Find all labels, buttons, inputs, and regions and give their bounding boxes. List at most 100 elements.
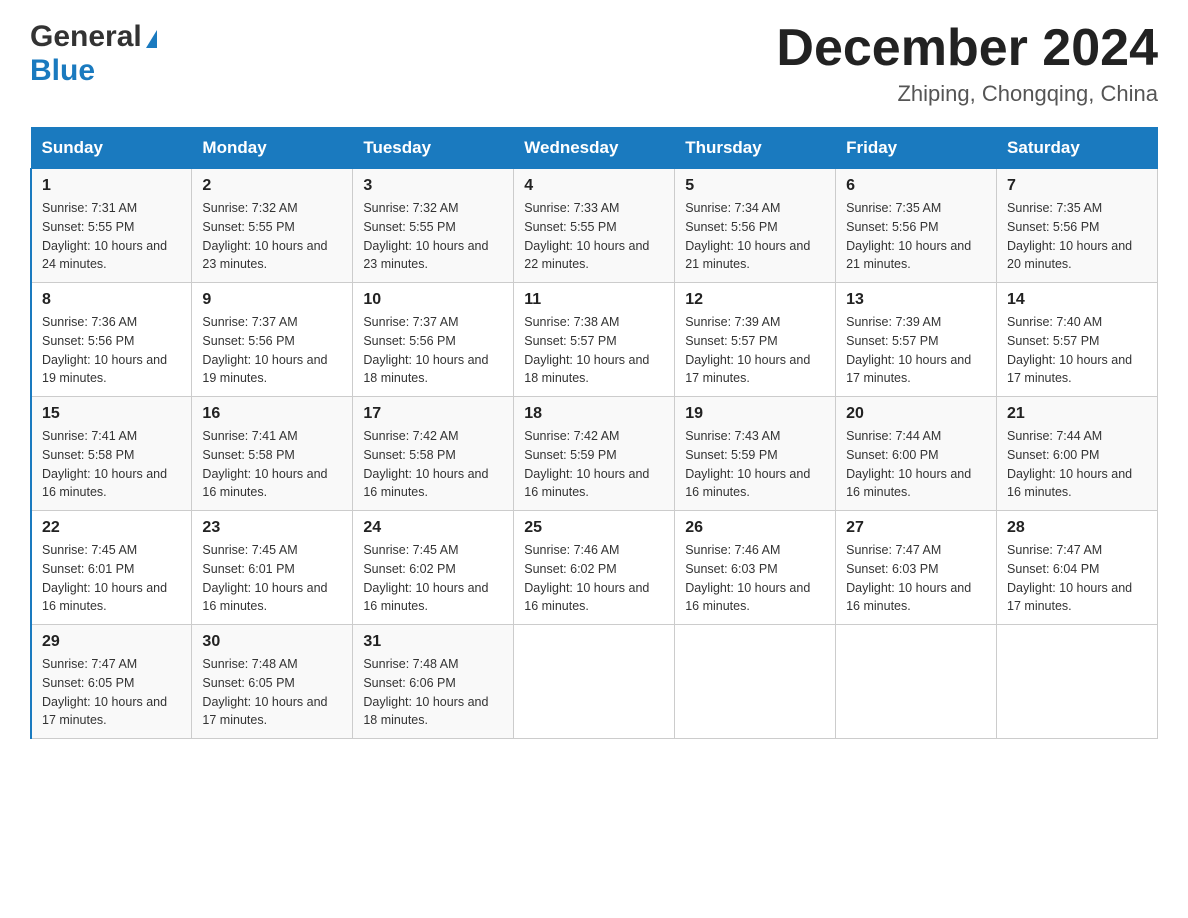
col-saturday: Saturday xyxy=(997,128,1158,169)
table-row: 15 Sunrise: 7:41 AMSunset: 5:58 PMDaylig… xyxy=(31,397,192,511)
day-number: 18 xyxy=(524,405,664,423)
day-number: 1 xyxy=(42,177,181,195)
table-row: 26 Sunrise: 7:46 AMSunset: 6:03 PMDaylig… xyxy=(675,511,836,625)
day-number: 15 xyxy=(42,405,181,423)
table-row xyxy=(836,625,997,739)
day-number: 8 xyxy=(42,291,181,309)
table-row: 6 Sunrise: 7:35 AMSunset: 5:56 PMDayligh… xyxy=(836,169,997,283)
calendar-header-row: Sunday Monday Tuesday Wednesday Thursday… xyxy=(31,128,1158,169)
day-number: 7 xyxy=(1007,177,1147,195)
day-number: 20 xyxy=(846,405,986,423)
day-info: Sunrise: 7:47 AMSunset: 6:04 PMDaylight:… xyxy=(1007,543,1132,613)
day-info: Sunrise: 7:42 AMSunset: 5:59 PMDaylight:… xyxy=(524,429,649,499)
table-row: 19 Sunrise: 7:43 AMSunset: 5:59 PMDaylig… xyxy=(675,397,836,511)
day-info: Sunrise: 7:41 AMSunset: 5:58 PMDaylight:… xyxy=(42,429,167,499)
table-row: 20 Sunrise: 7:44 AMSunset: 6:00 PMDaylig… xyxy=(836,397,997,511)
table-row xyxy=(514,625,675,739)
table-row: 18 Sunrise: 7:42 AMSunset: 5:59 PMDaylig… xyxy=(514,397,675,511)
table-row: 25 Sunrise: 7:46 AMSunset: 6:02 PMDaylig… xyxy=(514,511,675,625)
day-info: Sunrise: 7:35 AMSunset: 5:56 PMDaylight:… xyxy=(846,201,971,271)
table-row xyxy=(675,625,836,739)
week-row-4: 22 Sunrise: 7:45 AMSunset: 6:01 PMDaylig… xyxy=(31,511,1158,625)
day-number: 28 xyxy=(1007,519,1147,537)
table-row: 9 Sunrise: 7:37 AMSunset: 5:56 PMDayligh… xyxy=(192,283,353,397)
day-number: 29 xyxy=(42,633,181,651)
day-number: 11 xyxy=(524,291,664,309)
day-number: 16 xyxy=(202,405,342,423)
day-number: 2 xyxy=(202,177,342,195)
day-info: Sunrise: 7:32 AMSunset: 5:55 PMDaylight:… xyxy=(202,201,327,271)
table-row: 3 Sunrise: 7:32 AMSunset: 5:55 PMDayligh… xyxy=(353,169,514,283)
table-row: 10 Sunrise: 7:37 AMSunset: 5:56 PMDaylig… xyxy=(353,283,514,397)
day-info: Sunrise: 7:46 AMSunset: 6:02 PMDaylight:… xyxy=(524,543,649,613)
title-block: December 2024 Zhiping, Chongqing, China xyxy=(776,20,1158,107)
day-number: 10 xyxy=(363,291,503,309)
day-info: Sunrise: 7:45 AMSunset: 6:02 PMDaylight:… xyxy=(363,543,488,613)
day-number: 21 xyxy=(1007,405,1147,423)
day-info: Sunrise: 7:33 AMSunset: 5:55 PMDaylight:… xyxy=(524,201,649,271)
col-wednesday: Wednesday xyxy=(514,128,675,169)
day-number: 26 xyxy=(685,519,825,537)
day-info: Sunrise: 7:48 AMSunset: 6:05 PMDaylight:… xyxy=(202,657,327,727)
day-info: Sunrise: 7:45 AMSunset: 6:01 PMDaylight:… xyxy=(202,543,327,613)
day-info: Sunrise: 7:35 AMSunset: 5:56 PMDaylight:… xyxy=(1007,201,1132,271)
table-row: 8 Sunrise: 7:36 AMSunset: 5:56 PMDayligh… xyxy=(31,283,192,397)
day-info: Sunrise: 7:32 AMSunset: 5:55 PMDaylight:… xyxy=(363,201,488,271)
day-info: Sunrise: 7:44 AMSunset: 6:00 PMDaylight:… xyxy=(1007,429,1132,499)
table-row: 16 Sunrise: 7:41 AMSunset: 5:58 PMDaylig… xyxy=(192,397,353,511)
table-row: 29 Sunrise: 7:47 AMSunset: 6:05 PMDaylig… xyxy=(31,625,192,739)
day-number: 22 xyxy=(42,519,181,537)
table-row: 31 Sunrise: 7:48 AMSunset: 6:06 PMDaylig… xyxy=(353,625,514,739)
col-tuesday: Tuesday xyxy=(353,128,514,169)
day-info: Sunrise: 7:39 AMSunset: 5:57 PMDaylight:… xyxy=(685,315,810,385)
day-info: Sunrise: 7:34 AMSunset: 5:56 PMDaylight:… xyxy=(685,201,810,271)
week-row-5: 29 Sunrise: 7:47 AMSunset: 6:05 PMDaylig… xyxy=(31,625,1158,739)
table-row: 27 Sunrise: 7:47 AMSunset: 6:03 PMDaylig… xyxy=(836,511,997,625)
day-info: Sunrise: 7:47 AMSunset: 6:03 PMDaylight:… xyxy=(846,543,971,613)
day-info: Sunrise: 7:31 AMSunset: 5:55 PMDaylight:… xyxy=(42,201,167,271)
day-number: 9 xyxy=(202,291,342,309)
day-number: 19 xyxy=(685,405,825,423)
day-number: 30 xyxy=(202,633,342,651)
table-row: 11 Sunrise: 7:38 AMSunset: 5:57 PMDaylig… xyxy=(514,283,675,397)
calendar-title: December 2024 xyxy=(776,20,1158,77)
table-row: 24 Sunrise: 7:45 AMSunset: 6:02 PMDaylig… xyxy=(353,511,514,625)
day-number: 25 xyxy=(524,519,664,537)
calendar-table: Sunday Monday Tuesday Wednesday Thursday… xyxy=(30,127,1158,739)
day-number: 27 xyxy=(846,519,986,537)
day-info: Sunrise: 7:43 AMSunset: 5:59 PMDaylight:… xyxy=(685,429,810,499)
col-thursday: Thursday xyxy=(675,128,836,169)
table-row: 14 Sunrise: 7:40 AMSunset: 5:57 PMDaylig… xyxy=(997,283,1158,397)
day-number: 31 xyxy=(363,633,503,651)
table-row: 22 Sunrise: 7:45 AMSunset: 6:01 PMDaylig… xyxy=(31,511,192,625)
table-row: 30 Sunrise: 7:48 AMSunset: 6:05 PMDaylig… xyxy=(192,625,353,739)
day-number: 6 xyxy=(846,177,986,195)
table-row: 12 Sunrise: 7:39 AMSunset: 5:57 PMDaylig… xyxy=(675,283,836,397)
week-row-2: 8 Sunrise: 7:36 AMSunset: 5:56 PMDayligh… xyxy=(31,283,1158,397)
day-info: Sunrise: 7:42 AMSunset: 5:58 PMDaylight:… xyxy=(363,429,488,499)
day-number: 14 xyxy=(1007,291,1147,309)
week-row-3: 15 Sunrise: 7:41 AMSunset: 5:58 PMDaylig… xyxy=(31,397,1158,511)
logo: General Blue xyxy=(30,20,157,88)
day-number: 5 xyxy=(685,177,825,195)
table-row: 1 Sunrise: 7:31 AMSunset: 5:55 PMDayligh… xyxy=(31,169,192,283)
table-row: 4 Sunrise: 7:33 AMSunset: 5:55 PMDayligh… xyxy=(514,169,675,283)
col-monday: Monday xyxy=(192,128,353,169)
day-number: 3 xyxy=(363,177,503,195)
day-info: Sunrise: 7:44 AMSunset: 6:00 PMDaylight:… xyxy=(846,429,971,499)
day-info: Sunrise: 7:39 AMSunset: 5:57 PMDaylight:… xyxy=(846,315,971,385)
table-row: 23 Sunrise: 7:45 AMSunset: 6:01 PMDaylig… xyxy=(192,511,353,625)
calendar-subtitle: Zhiping, Chongqing, China xyxy=(776,81,1158,107)
table-row: 2 Sunrise: 7:32 AMSunset: 5:55 PMDayligh… xyxy=(192,169,353,283)
day-info: Sunrise: 7:37 AMSunset: 5:56 PMDaylight:… xyxy=(202,315,327,385)
week-row-1: 1 Sunrise: 7:31 AMSunset: 5:55 PMDayligh… xyxy=(31,169,1158,283)
day-info: Sunrise: 7:41 AMSunset: 5:58 PMDaylight:… xyxy=(202,429,327,499)
logo-general-text: General xyxy=(30,20,142,54)
day-number: 12 xyxy=(685,291,825,309)
col-sunday: Sunday xyxy=(31,128,192,169)
logo-triangle-icon xyxy=(146,30,157,48)
page-header: General Blue December 2024 Zhiping, Chon… xyxy=(30,20,1158,107)
day-number: 17 xyxy=(363,405,503,423)
day-info: Sunrise: 7:48 AMSunset: 6:06 PMDaylight:… xyxy=(363,657,488,727)
day-info: Sunrise: 7:47 AMSunset: 6:05 PMDaylight:… xyxy=(42,657,167,727)
